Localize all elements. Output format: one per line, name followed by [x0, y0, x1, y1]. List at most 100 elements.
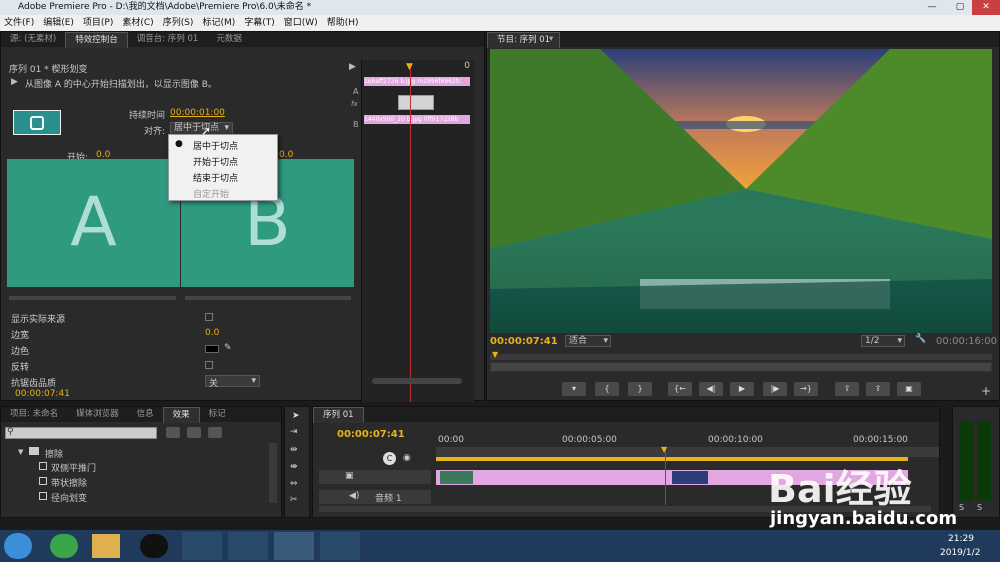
mark-out-button[interactable]: }: [628, 382, 652, 396]
speaker-icon[interactable]: ◀): [349, 491, 359, 501]
start-button-icon[interactable]: [4, 533, 32, 559]
folder-expand-icon[interactable]: ▼: [18, 448, 23, 456]
tab-info[interactable]: 信息: [128, 407, 163, 422]
yuv-filter-icon[interactable]: [208, 427, 222, 438]
marker-icon[interactable]: ◉: [403, 453, 411, 463]
mini-clip-b[interactable]: 1440x900_20 b.jpg 0ff917d28b: [364, 115, 470, 124]
timeline-playhead[interactable]: [665, 447, 666, 505]
tab-audio-mixer[interactable]: 调音台: 序列 01: [128, 32, 208, 47]
menu-clip[interactable]: 素材(C): [122, 15, 153, 31]
audio-track-header[interactable]: ◀) 音频 1: [319, 490, 431, 504]
tab-sequence[interactable]: 序列 01: [313, 406, 364, 423]
program-ruler[interactable]: [490, 354, 992, 360]
solo-left-button[interactable]: S: [959, 503, 964, 512]
recorder-icon[interactable]: [320, 532, 360, 560]
eyedropper-icon[interactable]: ✎: [224, 343, 232, 353]
resolution-dropdown[interactable]: 1/2 ▾: [861, 335, 905, 347]
video-track-header[interactable]: ▣: [319, 470, 431, 484]
ripple-edit-icon[interactable]: ⇹: [290, 445, 298, 455]
mini-playhead[interactable]: [410, 67, 411, 402]
timeline-timecode[interactable]: 00:00:07:41: [337, 429, 405, 440]
lift-button[interactable]: ⇧: [835, 382, 859, 396]
rate-stretch-icon[interactable]: ⇔: [290, 479, 298, 489]
menu-title[interactable]: 字幕(T): [244, 15, 275, 31]
play-button[interactable]: ▶: [730, 382, 754, 396]
rolling-edit-icon[interactable]: ⇼: [290, 462, 298, 472]
border-color-swatch[interactable]: [205, 345, 219, 353]
tab-metadata[interactable]: 元数据: [207, 32, 251, 47]
mini-transition[interactable]: [398, 95, 434, 110]
go-to-out-button[interactable]: →}: [794, 382, 818, 396]
tab-project[interactable]: 项目: 未命名: [1, 407, 67, 422]
selection-tool-icon[interactable]: ➤: [292, 411, 300, 421]
effects-scrollbar[interactable]: [269, 443, 277, 503]
tab-markers[interactable]: 标记: [200, 407, 235, 422]
tab-source[interactable]: 源: (无素材): [1, 32, 65, 47]
reverse-checkbox[interactable]: [205, 361, 213, 369]
track-select-icon[interactable]: ⇥: [290, 427, 298, 437]
mini-scrollbar[interactable]: [372, 378, 462, 384]
menu-file[interactable]: 文件(F): [4, 15, 34, 31]
tree-item-1[interactable]: 双侧平推门: [51, 461, 96, 474]
program-playhead-icon[interactable]: ▼: [492, 350, 498, 359]
play-effect-icon[interactable]: ▶: [349, 62, 356, 72]
explorer-icon[interactable]: [92, 534, 120, 558]
solo-right-button[interactable]: S: [977, 503, 982, 512]
camtasia-icon[interactable]: [228, 532, 268, 560]
tab-effect-controls[interactable]: 特效控制台: [65, 31, 128, 48]
clip-a-slider[interactable]: [9, 296, 176, 300]
chevron-down-icon[interactable]: ▾: [549, 34, 553, 44]
zoom-fit-dropdown[interactable]: 适合 ▾: [565, 335, 611, 347]
menu-sequence[interactable]: 序列(S): [163, 15, 194, 31]
minimize-button[interactable]: —: [918, 0, 946, 15]
go-to-in-button[interactable]: {←: [668, 382, 692, 396]
maximize-button[interactable]: ▢: [946, 0, 974, 15]
32bit-filter-icon[interactable]: [187, 427, 201, 438]
clip-thumbnail-a[interactable]: [440, 471, 473, 484]
tab-media-browser[interactable]: 媒体浏览器: [67, 407, 128, 422]
eye-icon[interactable]: ▣: [345, 471, 354, 481]
mini-playhead-handle-icon[interactable]: ▼: [406, 62, 413, 72]
firefox-icon[interactable]: [182, 532, 222, 560]
snap-icon[interactable]: C: [383, 452, 396, 465]
clip-b-slider[interactable]: [185, 296, 351, 300]
accelerated-filter-icon[interactable]: [166, 427, 180, 438]
app-360-icon[interactable]: [50, 534, 78, 558]
step-back-button[interactable]: ◀|: [699, 382, 723, 396]
menu-window[interactable]: 窗口(W): [284, 15, 318, 31]
menu-project[interactable]: 项目(P): [83, 15, 113, 31]
tree-item-2[interactable]: 带状擦除: [51, 476, 87, 489]
preview-play-icon[interactable]: ▶: [11, 77, 18, 87]
add-marker-button[interactable]: ▾: [562, 382, 586, 396]
extract-button[interactable]: ⇪: [866, 382, 890, 396]
tab-effects[interactable]: 效果: [162, 406, 200, 423]
effects-search-input[interactable]: [5, 427, 157, 439]
menu-marker[interactable]: 标记(M): [202, 15, 235, 31]
clip-thumbnail-b[interactable]: [672, 471, 708, 484]
premiere-taskbar-icon[interactable]: [274, 532, 314, 560]
wrench-icon[interactable]: 🔧: [915, 334, 926, 344]
step-forward-button[interactable]: |▶: [763, 382, 787, 396]
menu-edit[interactable]: 编辑(E): [43, 15, 74, 31]
menu-help[interactable]: 帮助(H): [327, 15, 359, 31]
program-timecode[interactable]: 00:00:07:41: [490, 336, 558, 347]
mini-clip-a[interactable]: 1e6aff2726 b.jpg m2896f6962fc: [364, 77, 470, 86]
menu-option-end[interactable]: 结束于切点: [193, 171, 238, 184]
show-source-checkbox[interactable]: [205, 313, 213, 321]
border-width-value[interactable]: 0.0: [205, 328, 219, 338]
add-button-icon[interactable]: +: [981, 384, 991, 398]
menu-option-center[interactable]: 居中于切点: [193, 139, 238, 152]
tree-item-3[interactable]: 径向划变: [51, 491, 87, 504]
menu-option-start[interactable]: 开始于切点: [193, 155, 238, 168]
program-scrollbar[interactable]: [490, 362, 992, 372]
razor-icon[interactable]: ✂: [290, 495, 298, 505]
qq-icon[interactable]: [140, 534, 168, 558]
timeline-ruler[interactable]: [436, 447, 939, 457]
tree-folder-wipe[interactable]: 擦除: [45, 447, 63, 460]
camera-icon[interactable]: ▣: [897, 382, 921, 396]
mark-in-button[interactable]: {: [595, 382, 619, 396]
close-button[interactable]: ✕: [972, 0, 1000, 15]
antialias-dropdown[interactable]: 关 ▾: [205, 375, 260, 389]
duration-value[interactable]: 00:00:01:00: [170, 108, 225, 118]
playhead-handle-icon[interactable]: ▼: [661, 445, 667, 454]
